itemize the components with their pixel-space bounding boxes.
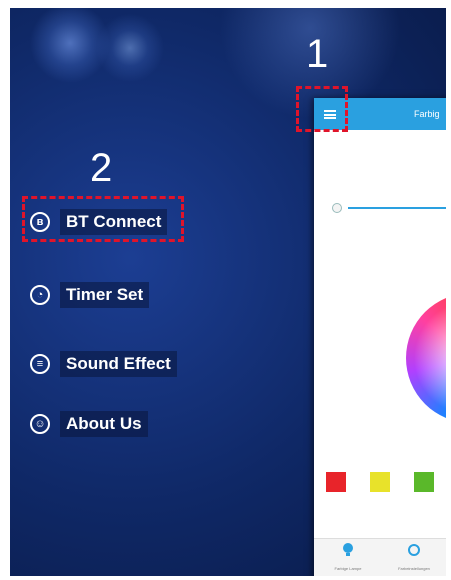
menu-item-label: Sound Effect	[60, 351, 177, 377]
equalizer-icon: ≡	[30, 354, 50, 374]
clock-icon: ◔	[30, 285, 50, 305]
highlight-hamburger	[296, 86, 348, 132]
menu-item-sound-effect[interactable]: ≡ Sound Effect	[24, 351, 177, 377]
bottom-tab-label: Farbeinstellungen	[398, 566, 430, 571]
swatch-green[interactable]	[414, 472, 434, 492]
music-icon	[408, 544, 420, 556]
highlight-bt-connect	[22, 196, 184, 242]
bottom-tab-lamp[interactable]: Farbige Lampe	[318, 543, 378, 571]
bottom-tab-settings[interactable]: Farbeinstellungen	[384, 543, 444, 571]
phone-app-title: Farbig	[414, 109, 440, 119]
brightness-slider[interactable]	[348, 207, 446, 209]
bulb-icon	[343, 543, 353, 556]
color-wheel[interactable]	[406, 293, 446, 423]
phone-bottom-nav: Farbige Lampe Farbeinstellungen	[314, 538, 446, 576]
menu-item-about-us[interactable]: ☺ About Us	[24, 411, 148, 437]
swatch-red[interactable]	[326, 472, 346, 492]
annotation-step-1: 1	[306, 32, 329, 76]
menu-item-label: About Us	[60, 411, 148, 437]
brightness-low-icon	[332, 203, 342, 213]
screenshot-frame: 1 2 ʙ BT Connect ◔ Timer Set ≡ Sound Eff…	[10, 8, 446, 576]
menu-item-timer-set[interactable]: ◔ Timer Set	[24, 282, 150, 308]
person-icon: ☺	[30, 414, 50, 434]
menu-item-label: Timer Set	[60, 282, 150, 308]
swatch-yellow[interactable]	[370, 472, 390, 492]
annotation-step-2: 2	[90, 146, 113, 190]
phone-preview: Farbig Farbige Lampe Farbeinstellungen	[314, 98, 446, 576]
bottom-tab-label: Farbige Lampe	[334, 566, 362, 571]
